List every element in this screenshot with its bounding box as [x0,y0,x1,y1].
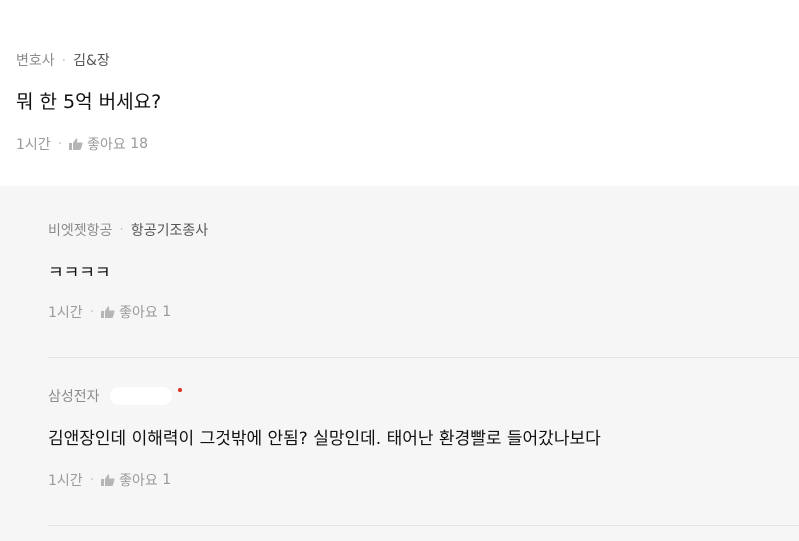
reply-author[interactable]: 비엣젯항공 · 항공기조종사 [48,220,208,240]
thumbs-up-icon [101,306,115,318]
separator-dot: · [119,222,124,238]
reply-divider [48,357,799,358]
reply-divider [48,525,799,526]
reply-like-count: 1 [162,472,172,488]
reply-like-button[interactable]: 좋아요 1 [101,470,171,490]
post-like-button[interactable]: 좋아요 18 [69,134,148,154]
separator-dot: · [61,53,67,69]
blurred-job-name [109,387,172,405]
reply-time: 1시간 [48,473,83,489]
post-time: 1시간 [16,137,51,153]
separator-dot: · [89,304,95,320]
post-like-count: 18 [130,136,149,152]
reply-meta: 1시간 · 좋아요 1 [48,470,171,490]
main-post: 변호사 · 김&장 뭐 한 5억 버세요? 1시간 · 좋아요 18 [0,0,799,186]
red-dot-icon [177,388,182,392]
reply-meta: 1시간 · 좋아요 1 [48,302,171,322]
reply-job: 항공기조종사 [130,223,209,239]
reply-list: 비엣젯항공 · 항공기조종사 ㅋㅋㅋㅋ 1시간 · 좋아요 1 삼성전자 김앤장인데… [0,186,799,541]
post-company: 변호사 [16,53,55,69]
reply-company: 비엣젯항공 [48,223,113,239]
reply-like-count: 1 [162,304,172,320]
post-author[interactable]: 변호사 · 김&장 [16,50,110,70]
post-meta: 1시간 · 좋아요 18 [16,134,148,154]
reply-company: 삼성전자 [48,389,100,405]
reply-like-button[interactable]: 좋아요 1 [101,302,171,322]
separator-dot: · [57,136,63,152]
reply-author[interactable]: 삼성전자 [48,386,182,406]
thumbs-up-icon [101,474,115,486]
reply-like-label: 좋아요 [119,473,158,489]
separator-dot: · [89,472,95,488]
post-job: 김&장 [73,53,110,69]
reply-content: ㅋㅋㅋㅋ [48,263,111,283]
post-like-label: 좋아요 [87,137,126,153]
reply-content: 김앤장인데 이해력이 그것밖에 안됨? 실망인데. 태어난 환경빨로 들어갔나보… [48,429,601,449]
reply-like-label: 좋아요 [119,305,158,321]
post-content: 뭐 한 5억 버세요? [16,91,162,113]
thumbs-up-icon [69,138,83,150]
reply-time: 1시간 [48,305,83,321]
